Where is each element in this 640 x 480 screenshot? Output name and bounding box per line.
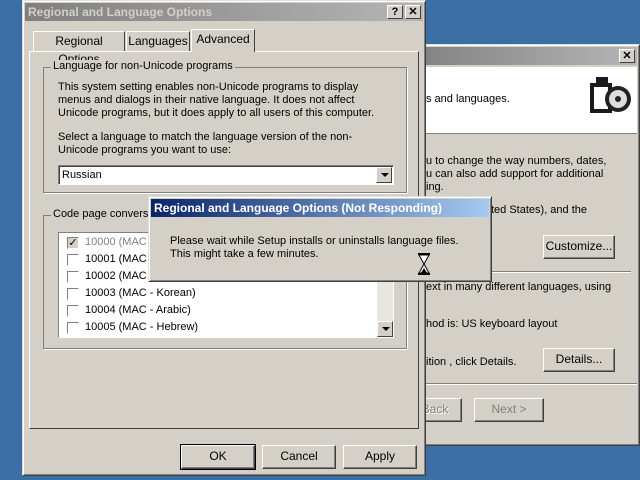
setup-text-1: s and languages. bbox=[426, 93, 510, 105]
checkbox[interactable] bbox=[67, 322, 79, 334]
setup-text-6: ext in many different languages, using bbox=[426, 281, 612, 293]
list-item-label: 10002 (MAC - bbox=[85, 270, 154, 282]
scroll-down-button[interactable] bbox=[377, 321, 393, 337]
setup-close-button[interactable]: ✕ bbox=[619, 49, 635, 63]
list-item-label: 10000 (MAC - bbox=[85, 236, 154, 248]
checkbox[interactable] bbox=[67, 254, 79, 266]
checkbox[interactable]: ✓ bbox=[67, 237, 79, 249]
setup-text-8: ition , click Details. bbox=[426, 356, 517, 368]
customize-button[interactable]: Customize... bbox=[543, 235, 615, 259]
apply-button[interactable]: Apply bbox=[343, 445, 417, 469]
setup-text-7: hod is: US keyboard layout bbox=[426, 318, 558, 330]
checkbox[interactable] bbox=[67, 271, 79, 283]
list-item-label: 10003 (MAC - Korean) bbox=[85, 287, 196, 299]
close-button[interactable]: ✕ bbox=[405, 5, 421, 19]
next-button[interactable]: Next > bbox=[474, 398, 544, 422]
setup-logo-icon bbox=[586, 73, 636, 121]
cancel-button[interactable]: Cancel bbox=[262, 445, 336, 469]
setup-divider-2 bbox=[408, 383, 637, 385]
setup-text-4: ing. bbox=[426, 181, 444, 193]
tab-languages[interactable]: Languages bbox=[126, 31, 190, 51]
tab-advanced[interactable]: Advanced bbox=[191, 29, 255, 52]
setup-text-5: ted States), and the bbox=[491, 204, 588, 216]
details-button[interactable]: Details... bbox=[543, 348, 615, 372]
not-responding-titlebar: Regional and Language Options (Not Respo… bbox=[151, 199, 489, 217]
dialog-titlebar: Regional and Language Options bbox=[25, 3, 423, 21]
select-language-instructions: Select a language to match the language … bbox=[58, 131, 353, 156]
list-item[interactable]: 10004 (MAC - Arabic) bbox=[59, 302, 379, 319]
checkbox[interactable] bbox=[67, 288, 79, 300]
language-select-value: Russian bbox=[62, 169, 102, 181]
check-mark-icon: ✓ bbox=[68, 237, 78, 249]
chevron-down-icon[interactable] bbox=[376, 167, 392, 183]
setup-window-titlebar bbox=[408, 47, 637, 65]
ok-button[interactable]: OK bbox=[180, 444, 256, 470]
help-button[interactable]: ? bbox=[387, 5, 403, 19]
checkbox[interactable] bbox=[67, 305, 79, 317]
list-item-label: 10005 (MAC - Hebrew) bbox=[85, 321, 199, 333]
setup-text-2: u to change the way numbers, dates, bbox=[426, 155, 607, 167]
code-page-group-legend: Code page conversi bbox=[51, 208, 153, 220]
non-unicode-description: This system setting enables non-Unicode … bbox=[58, 81, 375, 119]
non-unicode-group-legend: Language for non-Unicode programs bbox=[51, 60, 235, 72]
list-item[interactable]: 10003 (MAC - Korean) bbox=[59, 285, 379, 302]
list-item-label: 10004 (MAC - Arabic) bbox=[85, 304, 191, 316]
language-select[interactable]: Russian bbox=[58, 165, 394, 185]
non-unicode-group: Language for non-Unicode programs This s… bbox=[43, 60, 407, 193]
hourglass-icon bbox=[417, 253, 431, 275]
list-item[interactable]: 10005 (MAC - Hebrew) bbox=[59, 319, 379, 336]
setup-text-3: u can also add support for additional bbox=[426, 168, 604, 180]
list-item-label: 10001 (MAC - bbox=[85, 253, 154, 265]
wait-message: Please wait while Setup installs or unin… bbox=[170, 235, 459, 260]
not-responding-dialog: Regional and Language Options (Not Respo… bbox=[148, 196, 492, 282]
tab-regional-options[interactable]: Regional Options bbox=[33, 31, 125, 66]
